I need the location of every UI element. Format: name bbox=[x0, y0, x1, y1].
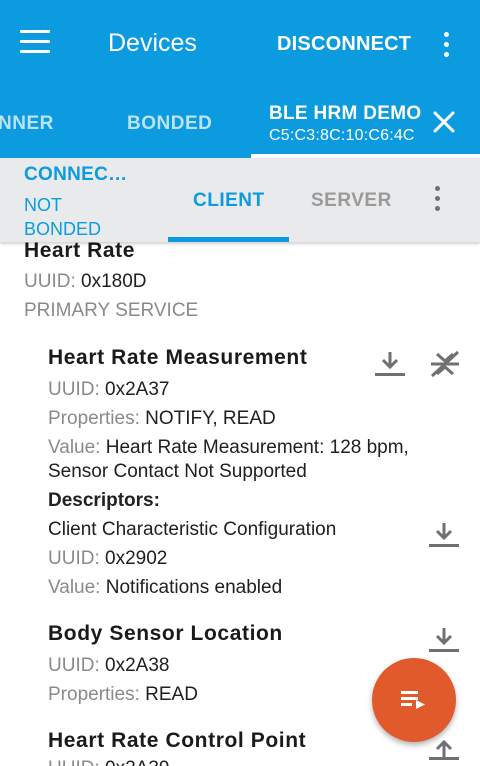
service-type: PRIMARY SERVICE bbox=[24, 300, 199, 321]
notifications-off-icon[interactable] bbox=[428, 349, 462, 379]
hamburger-icon[interactable] bbox=[20, 30, 50, 54]
device-address: C5:C3:8C:10:C6:4C bbox=[269, 127, 415, 144]
properties-label: Properties: bbox=[48, 408, 140, 429]
uuid-label: UUID: bbox=[24, 271, 76, 292]
characteristic-value-continued: Sensor Contact Not Supported bbox=[48, 461, 307, 482]
tab-bonded[interactable]: BONDED bbox=[127, 113, 212, 135]
bond-state: NOT BONDED bbox=[24, 195, 102, 239]
uuid-label: UUID: bbox=[48, 548, 100, 569]
descriptor-value-row: Value: Notifications enabled bbox=[48, 577, 282, 599]
uuid-label: UUID: bbox=[48, 379, 100, 400]
client-tab-indicator bbox=[168, 237, 289, 242]
device-name: BLE HRM DEMO bbox=[269, 103, 422, 124]
value-label: Value: bbox=[48, 577, 101, 598]
read-icon[interactable] bbox=[427, 625, 461, 655]
connection-state: CONNEC… bbox=[24, 164, 128, 185]
tab-server[interactable]: SERVER bbox=[311, 190, 392, 212]
characteristic-uuid: 0x2A39 bbox=[105, 758, 169, 766]
characteristic-uuid-row: UUID: 0x2A38 bbox=[48, 655, 169, 677]
app-bar: Devices DISCONNECT bbox=[0, 0, 480, 90]
characteristic-uuid-row: UUID: 0x2A37 bbox=[48, 379, 169, 401]
close-icon[interactable] bbox=[433, 111, 455, 133]
characteristic-properties: READ bbox=[145, 684, 198, 705]
descriptor-uuid: 0x2902 bbox=[105, 548, 168, 569]
descriptor-value: Notifications enabled bbox=[105, 577, 283, 598]
service-name: Heart Rate bbox=[24, 242, 136, 262]
page-title: Devices bbox=[108, 29, 197, 57]
characteristic-properties-row: Properties: READ bbox=[48, 684, 198, 706]
descriptor-name: Client Characteristic Configuration bbox=[48, 519, 337, 540]
characteristic-properties: NOTIFY, READ bbox=[145, 408, 276, 429]
value-label: Value: bbox=[48, 437, 101, 458]
descriptor-uuid-row: UUID: 0x2902 bbox=[48, 548, 167, 570]
uuid-label: UUID: bbox=[48, 758, 100, 766]
uuid-label: UUID: bbox=[48, 655, 100, 676]
characteristic-uuid: 0x2A37 bbox=[105, 379, 170, 400]
properties-label: Properties: bbox=[48, 684, 140, 705]
log-fab-button[interactable] bbox=[372, 658, 456, 742]
read-icon[interactable] bbox=[373, 349, 407, 379]
characteristic-name: Heart Rate Measurement bbox=[48, 346, 308, 369]
characteristic-name: Heart Rate Control Point bbox=[48, 729, 307, 752]
service-uuid-row: UUID: 0x180D bbox=[24, 271, 147, 293]
descriptors-heading: Descriptors: bbox=[48, 490, 160, 511]
connection-sub-bar: CONNEC… NOT BONDED CLIENT SERVER bbox=[0, 158, 480, 242]
tab-client[interactable]: CLIENT bbox=[193, 190, 265, 212]
characteristic-uuid: 0x2A38 bbox=[105, 655, 170, 676]
characteristic-value: Heart Rate Measurement: 128 bpm, bbox=[105, 437, 409, 458]
device-tabs: NNER BONDED BLE HRM DEMO C5:C3:8C:10:C6:… bbox=[0, 90, 480, 158]
characteristic-uuid-row: UUID: 0x2A39 bbox=[48, 758, 169, 766]
characteristic-value-row: Value: Heart Rate Measurement: 128 bpm, bbox=[48, 437, 409, 459]
queue-play-icon bbox=[401, 691, 425, 709]
disconnect-button[interactable]: DISCONNECT bbox=[277, 33, 411, 56]
tab-scanner[interactable]: NNER bbox=[0, 113, 54, 135]
more-vert-icon[interactable] bbox=[435, 186, 441, 216]
read-icon[interactable] bbox=[427, 520, 461, 550]
more-vert-icon[interactable] bbox=[444, 32, 450, 62]
characteristic-properties-row: Properties: NOTIFY, READ bbox=[48, 408, 276, 430]
service-uuid: 0x180D bbox=[81, 271, 147, 292]
characteristic-name: Body Sensor Location bbox=[48, 622, 283, 645]
